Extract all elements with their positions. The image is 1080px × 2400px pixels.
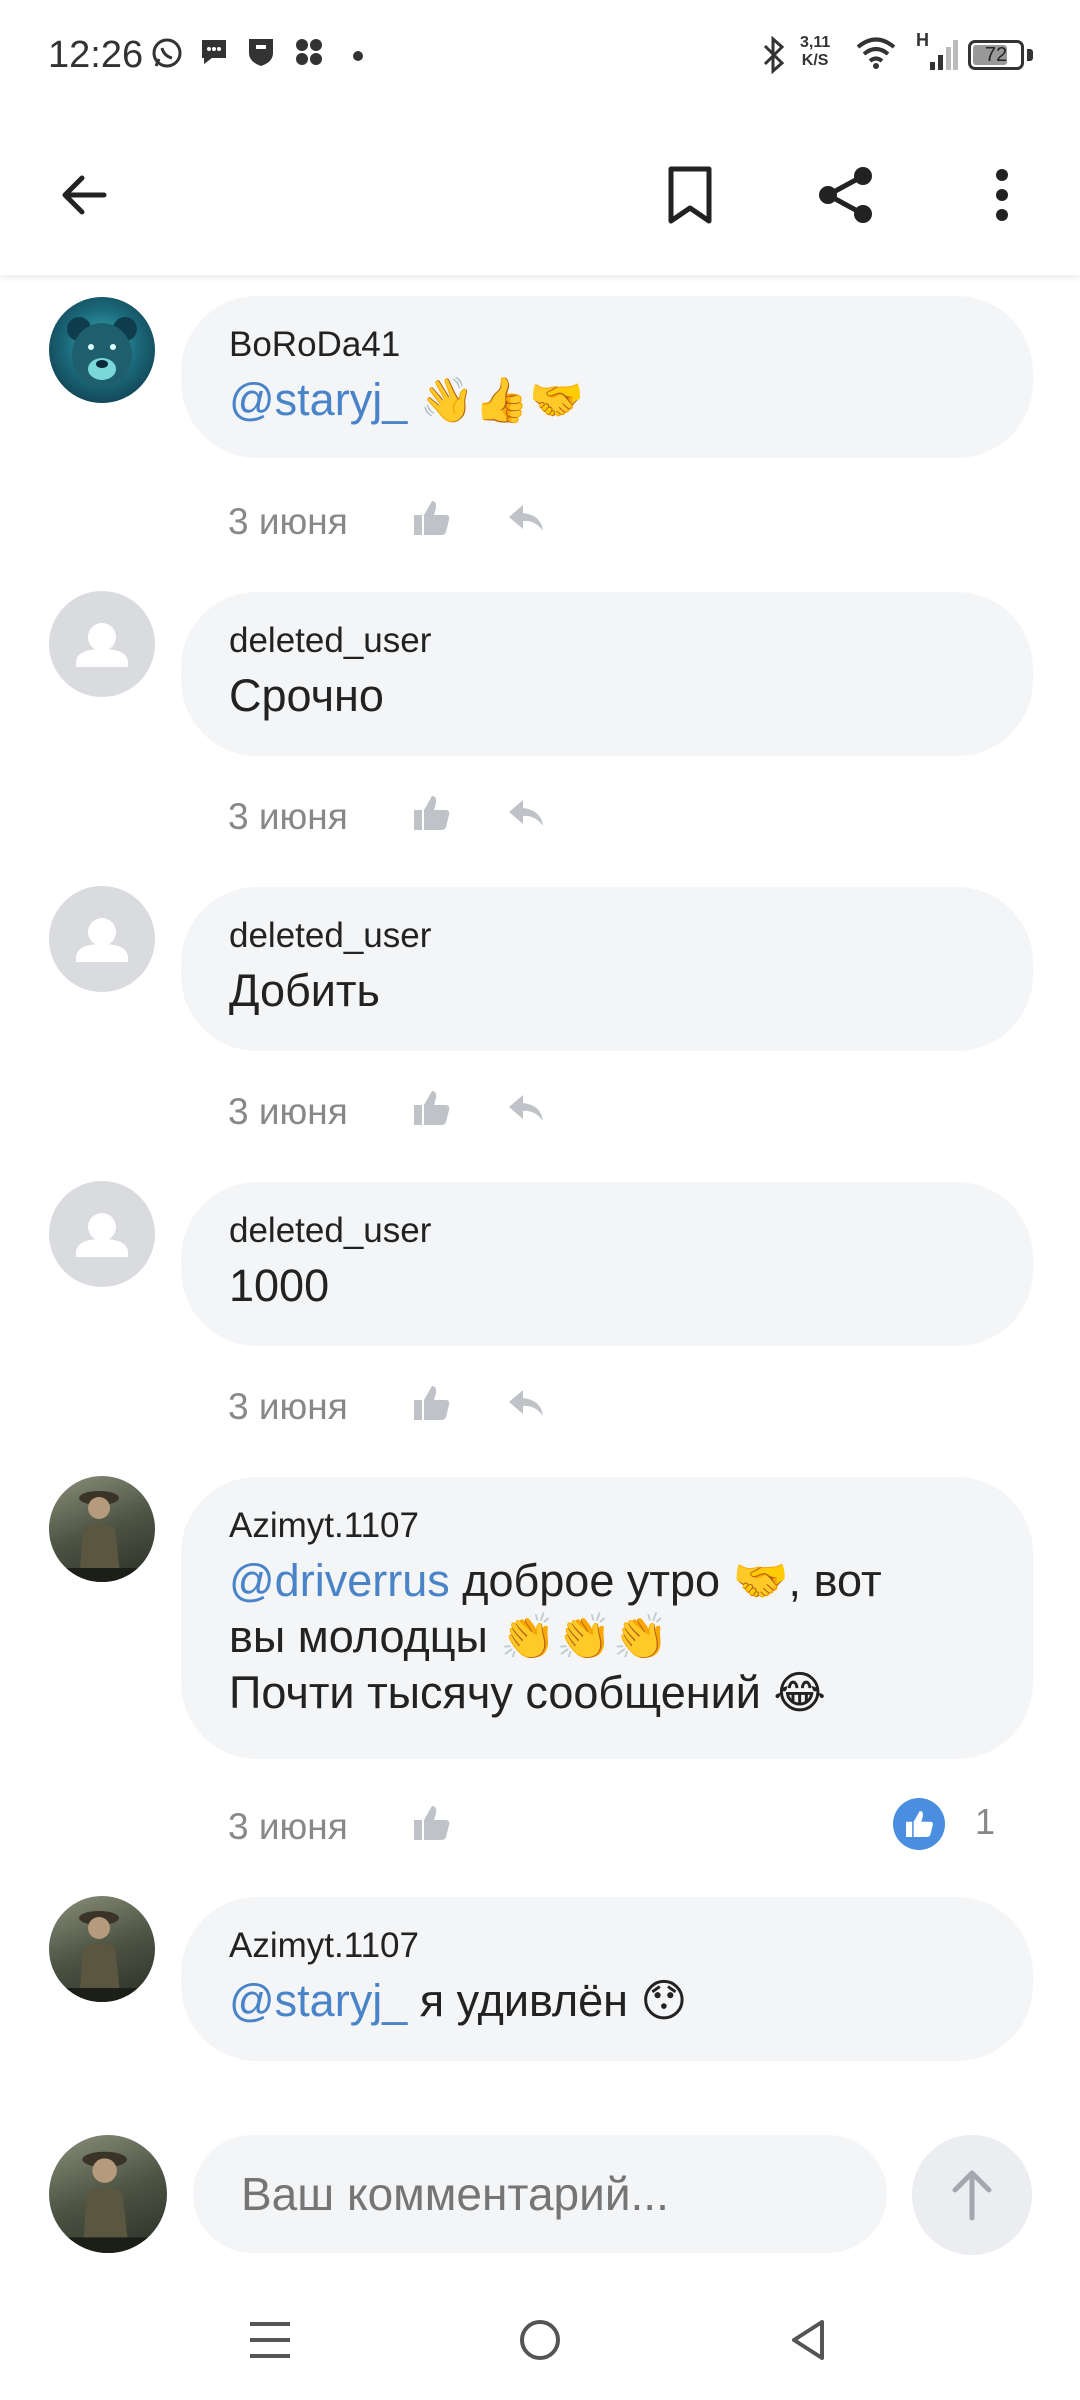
comment-text-body: 👋👍🤝 (407, 376, 584, 425)
comment-text-line: доброе утро 🤝, вот (449, 1555, 882, 1606)
bluetooth-icon (763, 36, 785, 74)
person-photo-icon (49, 1491, 155, 1582)
thumbs-up-icon[interactable] (410, 1802, 452, 1844)
comment-author[interactable]: deleted_user (229, 620, 985, 662)
comment-date: 3 июня (228, 501, 348, 542)
back-triangle-icon (792, 2320, 824, 2360)
thumbs-up-icon[interactable] (410, 497, 452, 539)
signal-icon (930, 40, 958, 70)
avatar-photo[interactable] (49, 1476, 155, 1582)
wifi-icon (856, 37, 896, 69)
comment-date: 3 июня (228, 1386, 348, 1427)
chat-icon (202, 40, 226, 64)
bookmark-icon (668, 166, 712, 224)
comment-text: @staryj_ 👋👍🤝 (229, 372, 985, 429)
comment-bubble[interactable]: deleted_user 1000 (181, 1182, 1033, 1346)
comment-item: deleted_user Добить 3 июня (0, 866, 1080, 1161)
thumbs-up-icon[interactable] (410, 1382, 452, 1424)
send-button[interactable] (912, 2135, 1032, 2255)
share-button[interactable] (810, 159, 882, 231)
comment-item: Azimyt.1107 @staryj_ я удивлён 😯 (0, 1876, 1080, 2110)
more-vert-icon (996, 169, 1008, 221)
status-bar: 12:26 3,11 K/S H 72 (0, 0, 1080, 115)
network-speed-value: 3,11 (800, 34, 831, 51)
comment-bubble[interactable]: deleted_user Срочно (181, 592, 1033, 756)
top-app-bar (0, 115, 1080, 275)
comment-author[interactable]: BoRoDa41 (229, 324, 985, 366)
comment-text: @staryj_ я удивлён 😯 (229, 1973, 985, 2029)
network-speed-unit: K/S (801, 52, 829, 69)
reply-icon[interactable] (505, 497, 547, 539)
network-speed: 3,11 K/S (800, 34, 830, 70)
mention-link[interactable]: @driverrus (229, 1555, 450, 1606)
system-nav-bar (0, 2280, 1080, 2400)
comment-item: Azimyt.1107 @driverrus доброе утро 🤝, во… (0, 1456, 1080, 1876)
reply-icon[interactable] (505, 1087, 547, 1129)
user-placeholder-icon (76, 1213, 128, 1257)
like-reaction-badge[interactable] (893, 1798, 945, 1850)
comment-bubble[interactable]: BoRoDa41 @staryj_ 👋👍🤝 (181, 296, 1033, 458)
whatsapp-icon (152, 38, 182, 68)
bear-avatar-icon (67, 317, 137, 387)
shield-icon (249, 39, 273, 66)
dot-icon (353, 51, 363, 61)
battery-level: 72 (984, 44, 1008, 66)
comment-text: Срочно (229, 670, 384, 721)
avatar-placeholder[interactable] (49, 591, 155, 697)
comment-text: Добить (229, 965, 380, 1016)
apps-icon (296, 39, 322, 65)
comment-item: deleted_user Срочно 3 июня (0, 571, 1080, 866)
battery-icon: 72 (968, 40, 1024, 70)
back-button[interactable] (48, 159, 120, 231)
user-placeholder-icon (76, 918, 128, 962)
nav-back-button[interactable] (776, 2308, 840, 2372)
comment-composer (0, 2110, 1080, 2280)
reply-icon[interactable] (505, 1382, 547, 1424)
back-arrow-icon (62, 175, 107, 215)
avatar-placeholder[interactable] (49, 1181, 155, 1287)
avatar-bear[interactable] (49, 297, 155, 403)
thumbs-up-icon[interactable] (410, 1087, 452, 1129)
comment-bubble[interactable]: Azimyt.1107 @staryj_ я удивлён 😯 (181, 1897, 1033, 2061)
comment-author[interactable]: deleted_user (229, 915, 985, 957)
avatar-placeholder[interactable] (49, 886, 155, 992)
comment-input[interactable] (193, 2135, 887, 2253)
thumbs-up-filled-icon (906, 1811, 933, 1837)
comment-bubble[interactable]: Azimyt.1107 @driverrus доброе утро 🤝, во… (181, 1477, 1033, 1759)
share-icon (819, 167, 872, 223)
comment-date: 3 июня (228, 1806, 348, 1847)
person-photo-icon (49, 1911, 155, 2002)
comment-text: @driverrus доброе утро 🤝, вот вы молодцы… (229, 1553, 985, 1721)
mention-link[interactable]: @staryj_ (229, 374, 407, 425)
bookmark-button[interactable] (654, 159, 726, 231)
comment-text-body: я удивлён 😯 (407, 1975, 688, 2026)
avatar-photo[interactable] (49, 1896, 155, 2002)
menu-icon (250, 2322, 290, 2358)
comment-text-line: вы молодцы 👏👏👏 (229, 1611, 669, 1662)
mention-link[interactable]: @staryj_ (229, 1975, 407, 2026)
comment-text: 1000 (229, 1260, 330, 1311)
thumbs-up-icon[interactable] (410, 792, 452, 834)
comment-date: 3 июня (228, 1091, 348, 1132)
more-options-button[interactable] (966, 159, 1038, 231)
status-time: 12:26 (48, 34, 144, 76)
person-photo-icon (49, 2151, 167, 2253)
user-placeholder-icon (76, 623, 128, 667)
comment-item: BoRoDa41 @staryj_ 👋👍🤝 3 июня (0, 275, 1080, 571)
comment-author[interactable]: Azimyt.1107 (229, 1505, 985, 1547)
comment-item: deleted_user 1000 3 июня (0, 1161, 1080, 1456)
comment-author[interactable]: Azimyt.1107 (229, 1925, 985, 1967)
comment-author[interactable]: deleted_user (229, 1210, 985, 1252)
comment-text-line: Почти тысячу сообщений 😂 (229, 1667, 826, 1718)
like-count: 1 (975, 1801, 996, 1842)
reply-icon[interactable] (505, 792, 547, 834)
home-icon (520, 2320, 560, 2360)
my-avatar[interactable] (49, 2135, 167, 2253)
arrow-up-icon (952, 2170, 992, 2221)
comment-date: 3 июня (228, 796, 348, 837)
nav-home-button[interactable] (508, 2308, 572, 2372)
comments-list[interactable]: BoRoDa41 @staryj_ 👋👍🤝 3 июня deleted_use… (0, 275, 1080, 2110)
nav-recents-button[interactable] (238, 2308, 302, 2372)
comment-bubble[interactable]: deleted_user Добить (181, 887, 1033, 1051)
